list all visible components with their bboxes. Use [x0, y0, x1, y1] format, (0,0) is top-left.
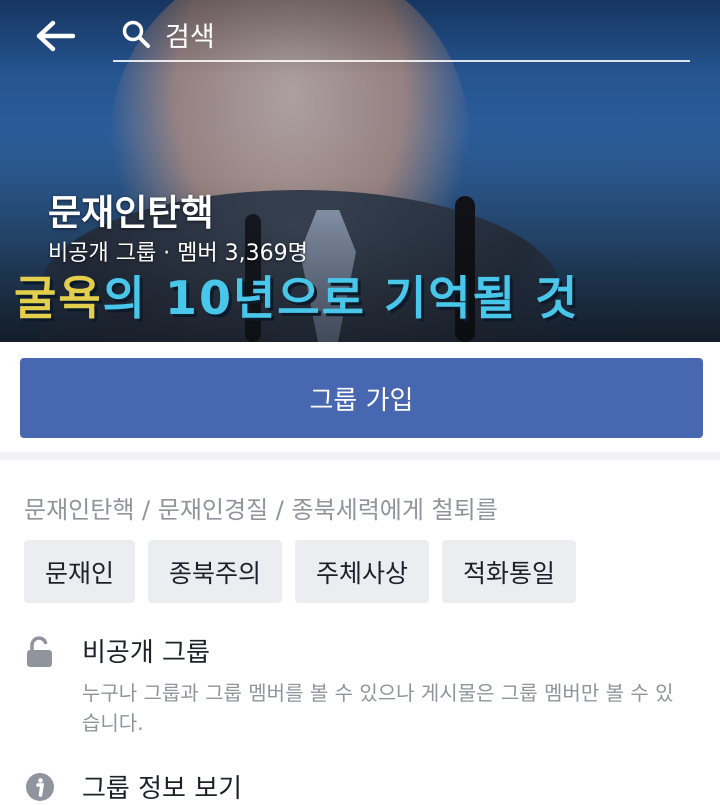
cover-caption-tail: 것 [534, 271, 580, 325]
tag-chip[interactable]: 적화통일 [442, 540, 577, 603]
group-description: 문재인탄핵 / 문재인경질 / 종북세력에게 철퇴를 [24, 496, 498, 524]
group-meta: 비공개 그룹 · 멤버 3,369명 [48, 241, 308, 266]
arrow-left-icon [36, 20, 75, 52]
tag-chip[interactable]: 주체사상 [295, 540, 430, 603]
section-divider [0, 452, 720, 460]
privacy-text: 누구나 그룹과 그룹 멤버를 볼 수 있으나 게시물은 그룹 멤버만 볼 수 있… [82, 681, 674, 735]
tag-list: 문재인 종북주의 주체사상 적화통일 [24, 540, 577, 603]
cover-caption-text: 의 10년으로 기억될 [102, 271, 535, 325]
tag-chip[interactable]: 종북주의 [148, 540, 283, 603]
info-icon [26, 773, 54, 801]
cover-caption-highlight: 굴욕 [14, 271, 103, 325]
search-bar[interactable]: 검색 [113, 8, 690, 62]
unlock-icon [27, 636, 52, 667]
privacy-title: 비공개 그룹 [82, 638, 210, 668]
search-icon [122, 20, 150, 48]
search-placeholder: 검색 [165, 21, 215, 53]
about-group-title: 그룹 정보 보기 [82, 774, 243, 804]
privacy-info: 비공개 그룹 누구나 그룹과 그룹 멤버를 볼 수 있으나 게시물은 그룹 멤버… [24, 630, 696, 740]
back-button[interactable] [30, 16, 80, 56]
group-name: 문재인탄핵 [48, 193, 214, 234]
cover-caption: 굴욕의 10년으로 기억될 것 [14, 262, 579, 328]
tag-chip[interactable]: 문재인 [24, 540, 136, 603]
join-group-button[interactable]: 그룹 가입 [20, 358, 703, 438]
about-group-row[interactable]: 그룹 정보 보기 [24, 768, 696, 804]
